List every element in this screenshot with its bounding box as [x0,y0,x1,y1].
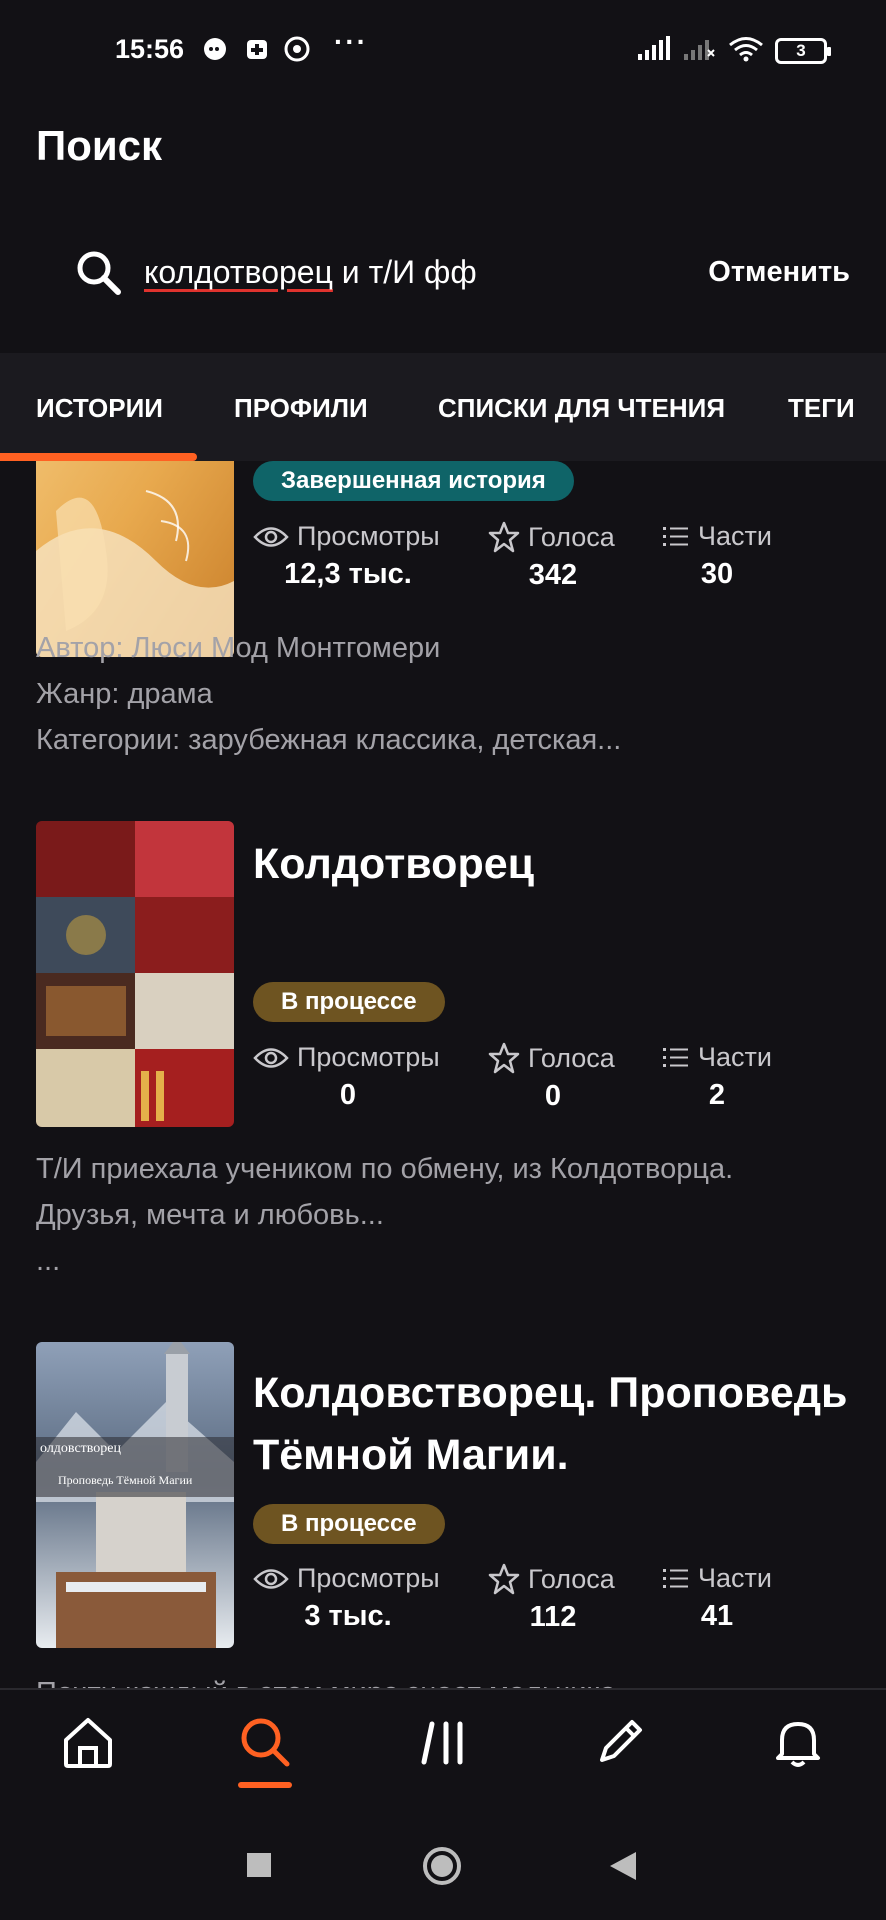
eye-icon [253,1047,289,1068]
active-tab-indicator [0,453,197,461]
system-navigation-bar [0,1800,886,1920]
votes-label: Голоса [528,521,615,552]
views-value: 12,3 тыс. [284,558,412,590]
library-icon[interactable] [414,1712,474,1772]
story-description: Почти каждый в этом мире знает мальчика [36,1670,856,1688]
views-stat: Просмотры 12,3 тыс. [253,521,453,591]
votes-value: 0 [544,1080,562,1112]
story-title[interactable]: Колдовстворец. Проповедь Тёмной Магии. [253,1362,863,1486]
star-icon [488,1563,520,1595]
status-badge: В процессе [253,1504,445,1544]
list-icon [663,526,688,546]
views-value: 3 тыс. [304,1600,392,1632]
cancel-button[interactable]: Отменить [708,256,850,289]
search-query-rest: и т/И фф [332,254,477,290]
back-button-icon[interactable] [608,1850,638,1882]
votes-label: Голоса [528,1563,615,1594]
views-stat: Просмотры 0 [253,1042,453,1112]
search-query-misspelled: колдотворец [144,254,333,290]
description-line: Почти каждый в этом мире знает мальчика [36,1670,856,1688]
description-line: Автор: Люси Мод Монтгомери [36,632,441,664]
write-pencil-icon[interactable] [590,1712,650,1772]
parts-label: Части [698,1563,772,1593]
parts-stat: Части 30 [662,521,862,591]
story-cover[interactable] [36,821,234,1127]
signal-2-icon [684,40,715,60]
parts-label: Части [698,521,772,551]
star-icon [488,521,520,553]
chat-notification-icon [204,38,226,60]
description-line: Категории: зарубежная классика, детская.… [36,724,622,756]
parts-stat: Части 41 [662,1563,862,1633]
votes-stat: Голоса 0 [488,1042,688,1113]
views-value: 0 [339,1079,357,1111]
parts-value: 2 [708,1079,726,1111]
wifi-icon [729,37,763,62]
home-button-icon[interactable] [421,1845,463,1887]
search-nav-icon[interactable] [235,1712,295,1772]
cover-title-text: олдовстворец [40,1441,122,1456]
list-icon [663,1568,688,1588]
description-line: Друзья, мечта и любовь... [36,1199,384,1231]
status-badge: Завершенная история [253,461,574,501]
votes-stat: Голоса 112 [488,1563,688,1634]
search-icon [77,251,121,295]
cover-subtitle-text: Проповедь Тёмной Магии [58,1473,193,1487]
votes-label: Голоса [528,1042,615,1073]
active-nav-indicator [238,1782,292,1788]
home-icon[interactable] [58,1712,118,1772]
parts-stat: Части 2 [662,1042,862,1112]
tab-tags[interactable]: ТЕГИ [788,393,855,424]
tab-profiles[interactable]: ПРОФИЛИ [234,393,368,424]
tab-stories[interactable]: ИСТОРИИ [36,393,163,424]
battery-icon: 3 [775,38,831,64]
results-list[interactable]: Завершенная история Просмотры 12,3 тыс. … [0,461,886,1688]
parts-label: Части [698,1042,772,1072]
description-line: ... [36,1245,61,1277]
bell-icon[interactable] [768,1712,828,1772]
story-description: Т/И приехала учеником по обмену, из Колд… [36,1146,856,1284]
votes-value: 342 [528,559,578,591]
story-description: Автор: Люси Мод Монтгомери Жанр: драма К… [36,625,856,763]
description-line: Жанр: драма [36,678,213,710]
list-icon [663,1047,688,1067]
search-input[interactable]: колдотворец и т/И фф [144,254,477,291]
status-bar: 15:56 ··· 3 [0,0,886,100]
story-title-line: Колдовстворец. Проповедь [253,1369,848,1417]
star-icon [488,1042,520,1074]
description-line: Т/И приехала учеником по обмену, из Колд… [36,1153,734,1185]
bottom-navigation [0,1688,886,1798]
more-notifications-icon: ··· [334,26,368,57]
status-time: 15:56 [115,34,185,64]
search-bar[interactable]: колдотворец и т/И фф Отменить [0,230,886,310]
recent-apps-icon[interactable] [246,1852,272,1878]
story-cover[interactable]: олдовстворец Проповедь Тёмной Магии [36,1342,234,1648]
story-title[interactable]: Колдотворец [253,833,863,895]
parts-value: 41 [700,1600,734,1632]
votes-value: 112 [529,1601,577,1633]
eye-icon [253,526,289,547]
parts-value: 30 [700,558,734,590]
status-badge: В процессе [253,982,445,1022]
page-title: Поиск [36,122,163,169]
eye-icon [253,1568,289,1589]
views-label: Просмотры [297,1563,440,1593]
search-tabs: ИСТОРИИ ПРОФИЛИ СПИСКИ ДЛЯ ЧТЕНИЯ ТЕГИ [0,353,886,461]
notification-app-icon [247,40,267,59]
story-title-line: Тёмной Магии. [253,1431,569,1479]
views-stat: Просмотры 3 тыс. [253,1563,453,1633]
signal-icon [638,36,670,60]
views-label: Просмотры [297,521,440,551]
tab-reading-lists[interactable]: СПИСКИ ДЛЯ ЧТЕНИЯ [438,393,725,424]
chrome-icon [284,36,310,62]
votes-stat: Голоса 342 [488,521,688,592]
views-label: Просмотры [297,1042,440,1072]
